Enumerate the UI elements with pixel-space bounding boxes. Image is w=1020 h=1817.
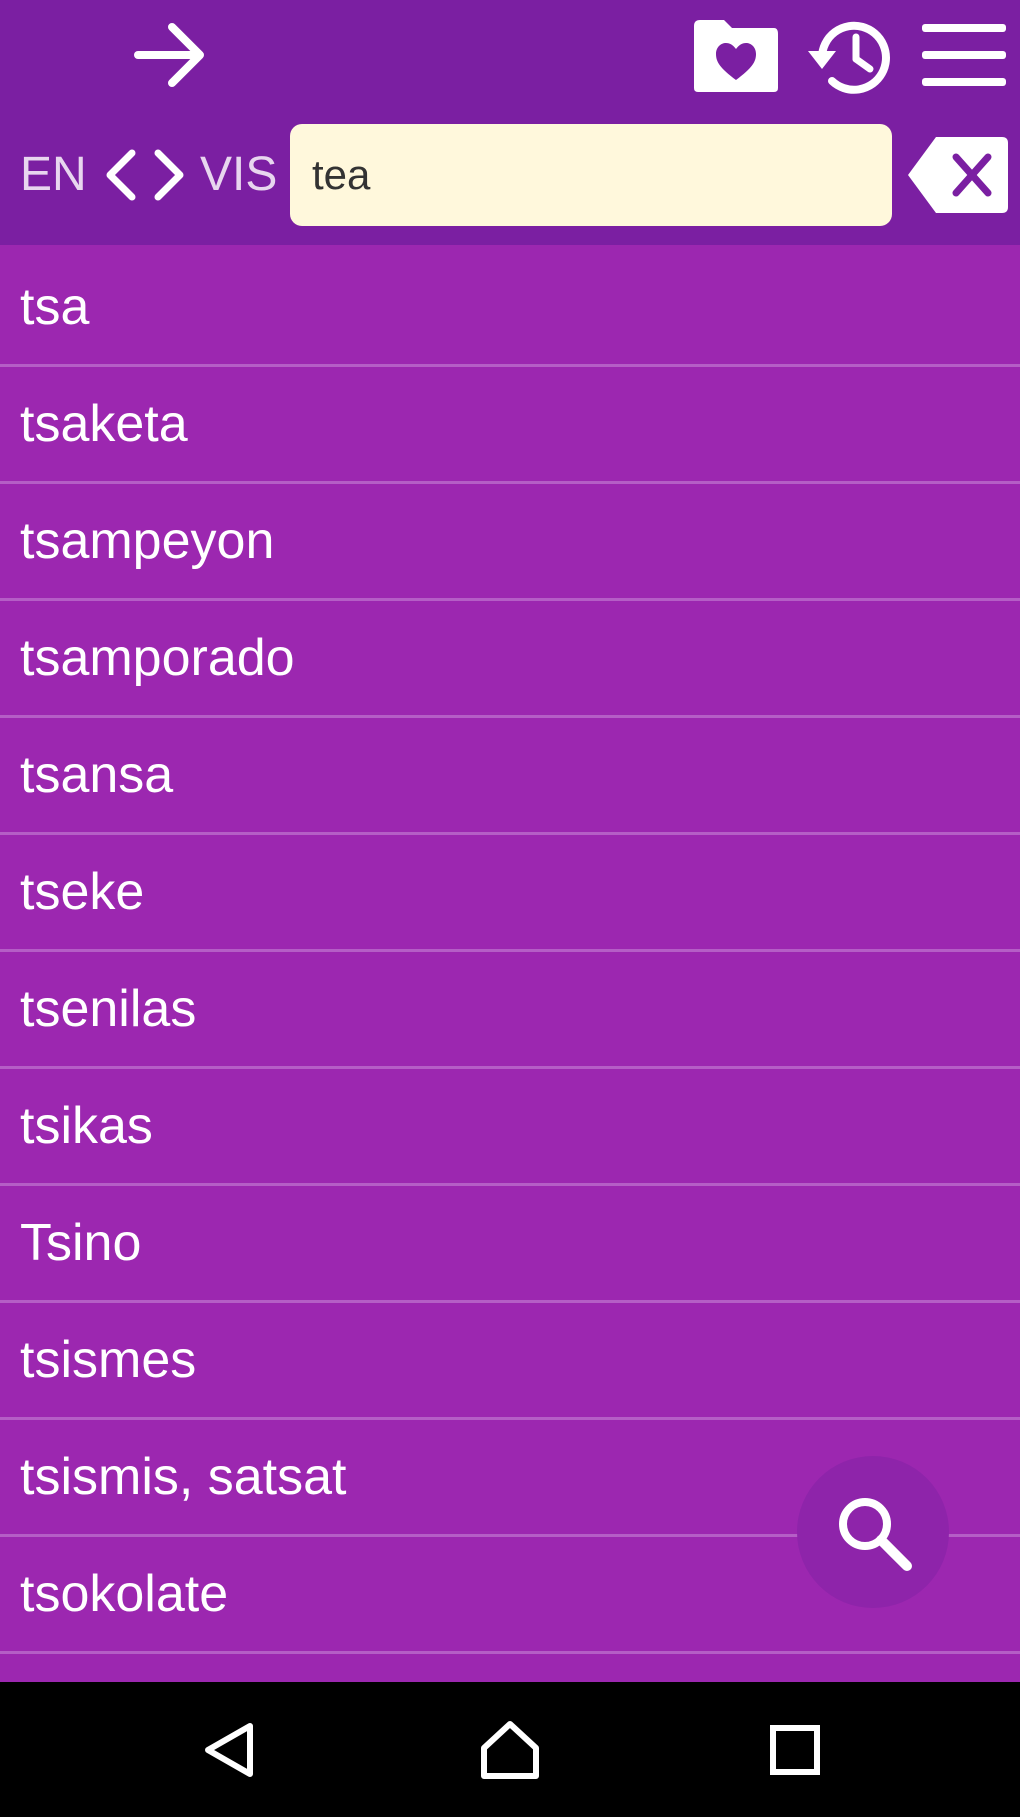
app-toolbar: EN VIS: [0, 0, 1020, 245]
chevron-left-icon: [106, 149, 136, 201]
list-item[interactable]: tseke: [0, 835, 1020, 952]
history-button[interactable]: [802, 8, 902, 103]
list-item[interactable]: tsamporado: [0, 601, 1020, 718]
menu-icon: [922, 24, 1006, 86]
arrow-right-icon: [134, 23, 204, 87]
list-item[interactable]: tsa: [0, 250, 1020, 367]
list-item[interactable]: tsikas: [0, 1069, 1020, 1186]
favorites-folder-icon: [694, 19, 778, 92]
recents-square-icon: [770, 1724, 820, 1775]
nav-home-button[interactable]: [430, 1682, 590, 1817]
target-language[interactable]: VIS: [200, 120, 277, 230]
search-input[interactable]: [290, 124, 892, 226]
history-icon: [808, 21, 890, 94]
forward-button[interactable]: [120, 10, 220, 100]
list-item[interactable]: Tsino: [0, 1186, 1020, 1303]
home-icon: [481, 1720, 539, 1779]
search-icon: [839, 1498, 912, 1571]
favorites-button[interactable]: [686, 8, 786, 103]
search-fab-button[interactable]: [797, 1456, 949, 1608]
clear-search-button[interactable]: [904, 130, 1012, 220]
menu-button[interactable]: [916, 10, 1012, 100]
list-item[interactable]: tsansa: [0, 718, 1020, 835]
back-triangle-icon: [205, 1722, 253, 1777]
backspace-clear-icon: [908, 137, 1008, 213]
list-item[interactable]: tsaketa: [0, 367, 1020, 484]
list-item[interactable]: tsismes: [0, 1303, 1020, 1420]
source-language[interactable]: EN: [20, 120, 87, 230]
list-item[interactable]: tsenilas: [0, 952, 1020, 1069]
system-nav-bar: [0, 1682, 1020, 1817]
nav-back-button[interactable]: [150, 1682, 310, 1817]
nav-recents-button[interactable]: [715, 1682, 875, 1817]
next-language-button[interactable]: [150, 140, 190, 210]
prev-language-button[interactable]: [100, 140, 140, 210]
list-item[interactable]: tsampeyon: [0, 484, 1020, 601]
chevron-right-icon: [154, 149, 184, 201]
